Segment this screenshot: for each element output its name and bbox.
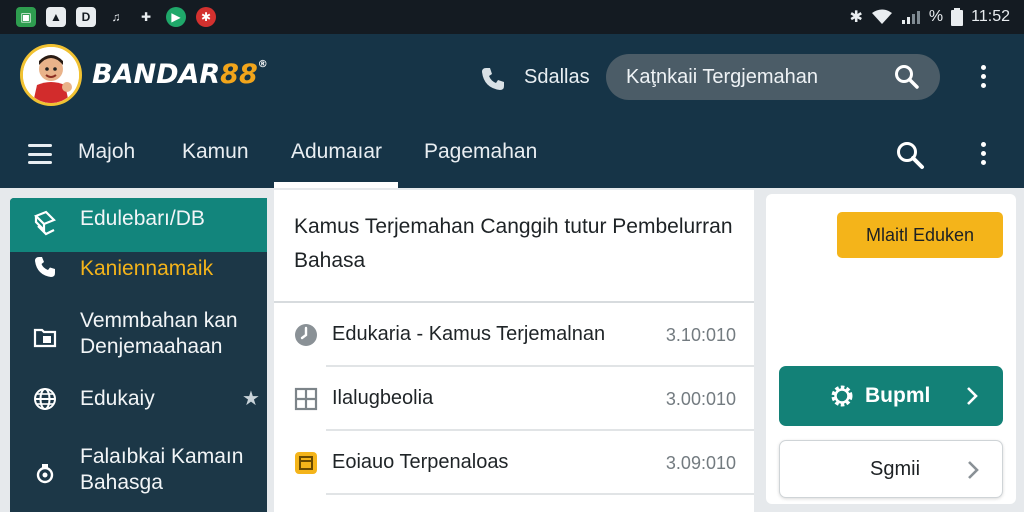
stats-icon: ▲ bbox=[46, 7, 66, 27]
secondary-button[interactable]: Sgmii bbox=[779, 440, 1003, 498]
pin-icon[interactable]: ★ bbox=[242, 386, 260, 411]
sidebar-item-label: Vemmbahan kan Denjemaahaan bbox=[80, 309, 238, 358]
language-icon bbox=[36, 464, 54, 484]
edukasi-button[interactable]: Mlaitl Eduken bbox=[837, 212, 1003, 258]
main-panel: Kamus Terjemahan Canggih tutur Pembelurr… bbox=[274, 190, 754, 512]
active-tab-indicator bbox=[274, 182, 398, 188]
sidebar-item-falaibkai[interactable]: Falaıbkai Kamaın Bahasga bbox=[10, 442, 267, 504]
tab-adumaiar[interactable]: Adumaıar bbox=[291, 140, 382, 164]
battery-percent: % bbox=[928, 8, 944, 25]
play-icon: ▶ bbox=[166, 7, 186, 27]
overflow-menu-icon[interactable] bbox=[979, 65, 987, 88]
list-item[interactable]: Ilalugbeolia 3.00:010 bbox=[274, 367, 754, 431]
book-icon bbox=[34, 210, 56, 236]
wifi-icon bbox=[871, 9, 892, 24]
call-label[interactable]: Sdallas bbox=[524, 66, 590, 89]
list-item[interactable]: Edukaria - Kamus Terjemalnan 3.10:010 bbox=[274, 303, 754, 367]
search-input[interactable]: Kaţnkaii Tergjemahan bbox=[606, 54, 940, 100]
list-item-time: 3.10:010 bbox=[665, 325, 736, 345]
sidebar-item-edukaiy[interactable]: Edukaiy ★ bbox=[10, 378, 267, 422]
news-icon: ✱ bbox=[196, 7, 216, 27]
tab-kamun[interactable]: Kamun bbox=[182, 140, 249, 164]
logo-mascot[interactable] bbox=[20, 44, 82, 106]
secondary-button-label: Sgmii bbox=[870, 458, 921, 480]
list-item[interactable]: Eoiauo Terpenaloas 3.09:010 bbox=[274, 431, 754, 495]
sidebar: Edulebarı/DB Kaniennamaik Vemmbahan kan … bbox=[10, 198, 267, 512]
folder-icon bbox=[33, 328, 57, 348]
image-icon: ▣ bbox=[16, 7, 36, 27]
submit-button-label: Bupml bbox=[865, 384, 931, 407]
search-icon[interactable] bbox=[894, 64, 920, 90]
globe-icon bbox=[34, 388, 56, 410]
d-icon: D bbox=[76, 7, 96, 27]
calendar-icon bbox=[295, 452, 317, 474]
chevron-right-icon bbox=[967, 387, 978, 405]
nav-tabs: Majoh Kamun Adumaıar Pagemahan bbox=[0, 122, 1024, 188]
clock-time: 11:52 bbox=[971, 8, 1010, 25]
gear-icon bbox=[831, 385, 853, 407]
list-item-time: 3.09:010 bbox=[665, 453, 736, 473]
list-item-label: Eoiauo Terpenaloas bbox=[332, 451, 509, 473]
status-bar: ▣ ▲ D ♫ ✚ ▶ ✱ ✱ % 11:52 bbox=[0, 0, 1024, 34]
music-icon: ♫ bbox=[111, 10, 121, 24]
page-title: Kamus Terjemahan Canggih tutur Pembelurr… bbox=[294, 215, 733, 272]
notification-icons: ▣ ▲ D ♫ ✚ ▶ ✱ bbox=[16, 7, 216, 27]
sidebar-item-label: Edulebarı/DB bbox=[80, 207, 205, 230]
sidebar-item-label: Kaniennamaik bbox=[80, 257, 214, 280]
chevron-right-icon bbox=[968, 461, 979, 479]
nav-search-icon[interactable] bbox=[895, 140, 925, 170]
submit-button[interactable]: Bupml bbox=[779, 366, 1003, 426]
search-query: Kaţnkaii Tergjemahan bbox=[626, 65, 818, 88]
system-status: ✱ % 11:52 bbox=[849, 7, 1010, 27]
sidebar-item-vemmbahan[interactable]: Vemmbahan kan Denjemaahaan bbox=[10, 304, 267, 366]
game-icon: ✚ bbox=[140, 10, 152, 24]
brand-logo[interactable]: BANDAR88® bbox=[92, 59, 268, 90]
brand-accent: 88 bbox=[220, 59, 258, 90]
brand-text: BANDAR bbox=[92, 59, 221, 90]
nav-overflow-icon[interactable] bbox=[979, 142, 987, 165]
bluetooth-icon: ✱ bbox=[849, 9, 863, 26]
clock-icon bbox=[295, 324, 317, 346]
list-item-label: Edukaria - Kamus Terjemalnan bbox=[332, 323, 606, 345]
list-item-time: 3.00:010 bbox=[665, 389, 736, 409]
sidebar-item-label: Edukaiy bbox=[80, 387, 155, 410]
divider bbox=[326, 493, 754, 495]
battery-icon bbox=[951, 8, 964, 26]
sidebar-item-kaniennamaik[interactable]: Kaniennamaik bbox=[10, 252, 267, 296]
sidebar-item-edulebar[interactable]: Edulebarı/DB bbox=[10, 198, 267, 252]
tab-pagemahan[interactable]: Pagemahan bbox=[424, 140, 537, 164]
action-panel: Mlaitl Eduken Bupml Sgmii bbox=[766, 194, 1016, 504]
mascot-icon bbox=[23, 47, 79, 103]
tab-majoh[interactable]: Majoh bbox=[78, 140, 135, 164]
app-header: BANDAR88® Sdallas Kaţnkaii Tergjemahan M… bbox=[0, 34, 1024, 188]
menu-icon[interactable] bbox=[28, 144, 52, 164]
brand-registered: ® bbox=[257, 59, 268, 70]
phone-icon[interactable] bbox=[478, 64, 508, 94]
phone-icon bbox=[35, 257, 55, 277]
sidebar-item-label: Falaıbkai Kamaın Bahasga bbox=[80, 445, 244, 494]
signal-icon bbox=[901, 11, 920, 24]
grid-icon bbox=[294, 387, 318, 411]
list-item-label: Ilalugbeolia bbox=[332, 387, 434, 409]
